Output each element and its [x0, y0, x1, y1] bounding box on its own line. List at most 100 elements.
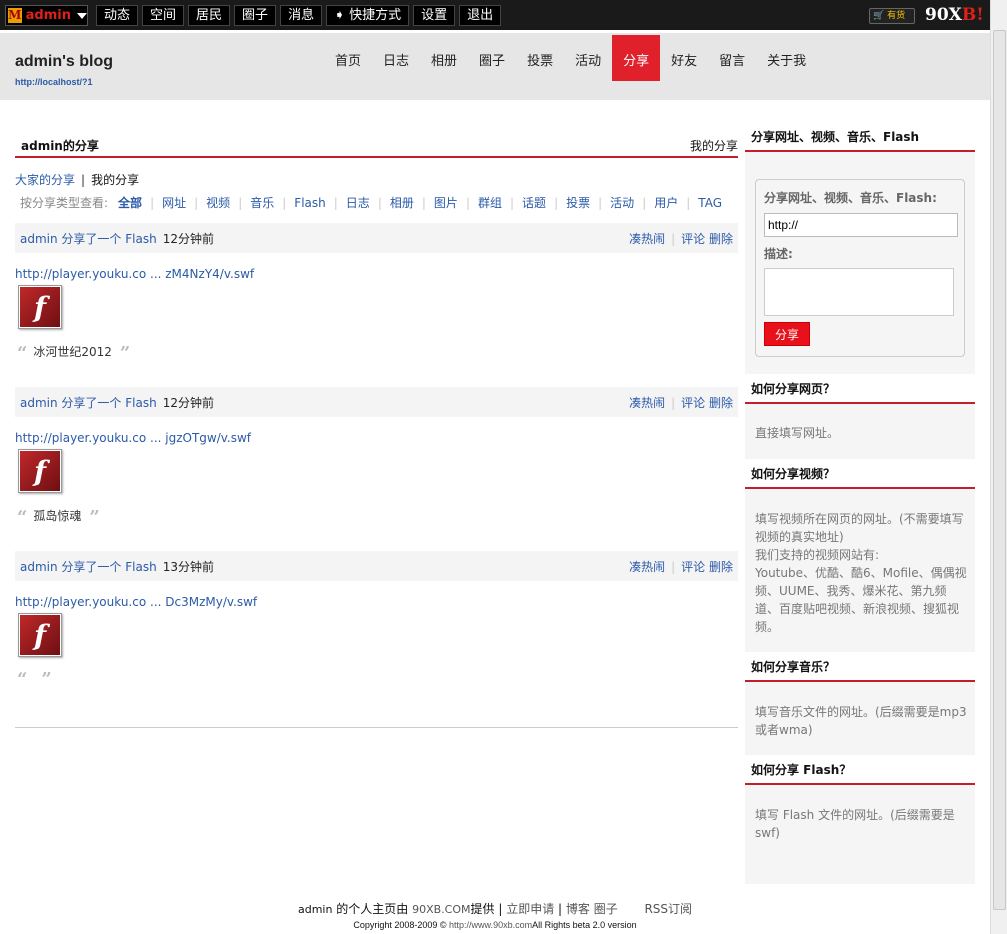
share-url-input[interactable] — [764, 213, 958, 237]
share-submit-button[interactable]: 分享 — [764, 322, 810, 346]
divider — [15, 727, 738, 728]
share-author[interactable]: admin 分享了一个 Flash — [20, 396, 157, 410]
filter-topic[interactable]: 话题 — [522, 194, 546, 211]
site-link[interactable]: http://www.90xb.com — [449, 920, 532, 930]
tab-my-shares[interactable]: 我的分享 — [91, 173, 139, 187]
main-nav: 首页 日志 相册 圈子 投票 活动 分享 好友 留言 关于我 — [324, 35, 817, 81]
flash-player-icon[interactable]: f — [18, 285, 62, 329]
nav-item-guestbook[interactable]: 留言 — [708, 35, 756, 81]
faq-answer: 填写音乐文件的网址。(后缀需要是mp3或者wma) — [755, 705, 967, 737]
comment-button[interactable]: 评论 — [681, 232, 705, 246]
filter-poll[interactable]: 投票 — [566, 194, 590, 211]
filter-video[interactable]: 视频 — [206, 194, 230, 211]
filter-blog[interactable]: 日志 — [346, 194, 370, 211]
flash-player-icon[interactable]: f — [18, 613, 62, 657]
top-nav-item[interactable]: 设置 — [413, 5, 456, 26]
footer-link-group[interactable]: 圈子 — [594, 902, 618, 916]
share-description: “冰河世纪2012” — [17, 343, 131, 364]
filter-group[interactable]: 群组 — [478, 194, 502, 211]
top-nav-item[interactable]: 动态 — [96, 5, 139, 26]
top-nav-item[interactable]: 居民 — [188, 5, 231, 26]
share-time: 12分钟前 — [162, 232, 214, 246]
top-nav-item[interactable]: ➧ 快捷方式 — [326, 5, 410, 26]
filter-picture[interactable]: 图片 — [434, 194, 458, 211]
chevron-down-icon — [77, 12, 87, 19]
nav-item-album[interactable]: 相册 — [420, 35, 468, 81]
top-nav-item[interactable]: 空间 — [142, 5, 185, 26]
quote-close-icon: ” — [89, 507, 100, 528]
blog-header: admin's blog http://localhost/?1 首页 日志 相… — [0, 30, 990, 100]
comment-button[interactable]: 评论 — [681, 560, 705, 574]
top-nav-item[interactable]: 圈子 — [234, 5, 277, 26]
share-header: admin 分享了一个 Flash 12分钟前 凑热闹 | 评论 删除 — [15, 223, 738, 253]
footer-link-blog[interactable]: 博客 — [566, 902, 590, 916]
nav-item-poll[interactable]: 投票 — [516, 35, 564, 81]
nav-item-blog[interactable]: 日志 — [372, 35, 420, 81]
filter-album[interactable]: 相册 — [390, 194, 414, 211]
faq-title-video: 如何分享视频？ — [745, 459, 975, 489]
faq-answer: 直接填写网址。 — [755, 426, 840, 440]
nav-item-event[interactable]: 活动 — [564, 35, 612, 81]
share-link[interactable]: http://player.youku.co ... zM4NzY4/v.swf — [15, 267, 254, 281]
filter-event[interactable]: 活动 — [610, 194, 634, 211]
nav-item-group[interactable]: 圈子 — [468, 35, 516, 81]
delete-button[interactable]: 删除 — [709, 396, 733, 410]
footer-provider-link[interactable]: 90XB.COM — [412, 903, 470, 916]
delete-button[interactable]: 删除 — [709, 232, 733, 246]
quote-open-icon: “ — [17, 669, 28, 690]
user-menu[interactable]: M admin — [5, 5, 88, 26]
delete-button[interactable]: 删除 — [709, 560, 733, 574]
nav-item-friends[interactable]: 好友 — [660, 35, 708, 81]
share-scope-tabs: 大家的分享 | 我的分享 — [15, 173, 140, 187]
top-bar: M admin 动态 空间 居民 圈子 消息 ➧ 快捷方式 设置 退出 🛒 有货… — [0, 0, 990, 30]
faq-title-flash: 如何分享 Flash？ — [745, 755, 975, 785]
footer-owner: admin — [297, 903, 333, 916]
user-name: admin — [25, 8, 71, 23]
filter-music[interactable]: 音乐 — [250, 194, 274, 211]
blog-title[interactable]: admin's blog — [15, 53, 113, 71]
shop-button[interactable]: 🛒 有货 — [869, 8, 915, 24]
share-form: 分享网址、视频、音乐、Flash: 描述: 分享 — [755, 179, 965, 357]
nav-item-home[interactable]: 首页 — [324, 35, 372, 81]
share-author[interactable]: admin 分享了一个 Flash — [20, 232, 157, 246]
share-header: admin 分享了一个 Flash 13分钟前 凑热闹 | 评论 删除 — [15, 551, 738, 581]
blog-url[interactable]: http://localhost/?1 — [15, 77, 93, 87]
nav-item-about[interactable]: 关于我 — [756, 35, 817, 81]
quote-open-icon: “ — [17, 507, 28, 528]
filter-user[interactable]: 用户 — [654, 194, 678, 211]
description-label: 描述: — [764, 247, 793, 261]
share-description: “” — [17, 669, 52, 690]
filter-tag[interactable]: TAG — [698, 196, 722, 210]
footer-link-apply[interactable]: 立即申请 — [506, 902, 554, 916]
description-textarea[interactable] — [764, 268, 954, 316]
filter-all[interactable]: 全部 — [118, 194, 142, 211]
sidebar: 分享网址、视频、音乐、Flash 分享网址、视频、音乐、Flash: 描述: 分… — [745, 122, 975, 884]
rss-link[interactable]: RSS订阅 — [644, 902, 692, 916]
share-form-label: 分享网址、视频、音乐、Flash: — [764, 191, 937, 205]
comment-button[interactable]: 评论 — [681, 396, 705, 410]
share-link[interactable]: http://player.youku.co ... Dc3MzMy/v.swf — [15, 595, 257, 609]
my-shares-link[interactable]: 我的分享 — [690, 137, 738, 154]
faq-title-webpage: 如何分享网页？ — [745, 374, 975, 404]
sidebar-title: 分享网址、视频、音乐、Flash — [745, 122, 975, 152]
share-author[interactable]: admin 分享了一个 Flash — [20, 560, 157, 574]
section-title: admin的分享 — [21, 139, 99, 153]
faq-answer: 填写 Flash 文件的网址。(后缀需要是swf) — [755, 808, 955, 840]
vertical-scrollbar[interactable] — [990, 0, 1007, 934]
share-description: “孤岛惊魂” — [17, 507, 100, 528]
footer: admin 的个人主页由 90XB.COM提供 | 立即申请 | 博客 圈子 R… — [297, 902, 693, 916]
share-link[interactable]: http://player.youku.co ... jgzOTgw/v.swf — [15, 431, 251, 445]
filter-url[interactable]: 网址 — [162, 194, 186, 211]
copyright: Copyright 2008-2009 © http://www.90xb.co… — [353, 920, 637, 930]
flash-player-icon[interactable]: f — [18, 449, 62, 493]
join-button[interactable]: 凑热闹 — [629, 396, 665, 410]
top-nav-item[interactable]: 退出 — [459, 5, 502, 26]
tab-everyone-shares[interactable]: 大家的分享 — [15, 173, 75, 187]
nav-item-share[interactable]: 分享 — [612, 35, 661, 81]
faq-answer: 填写视频所在网页的网址。(不需要填写视频的真实地址) 我们支持的视频网站有: Y… — [755, 512, 967, 634]
join-button[interactable]: 凑热闹 — [629, 232, 665, 246]
scrollbar-thumb[interactable] — [993, 30, 1006, 910]
top-nav-item[interactable]: 消息 — [280, 5, 323, 26]
join-button[interactable]: 凑热闹 — [629, 560, 665, 574]
filter-flash[interactable]: Flash — [294, 196, 325, 210]
